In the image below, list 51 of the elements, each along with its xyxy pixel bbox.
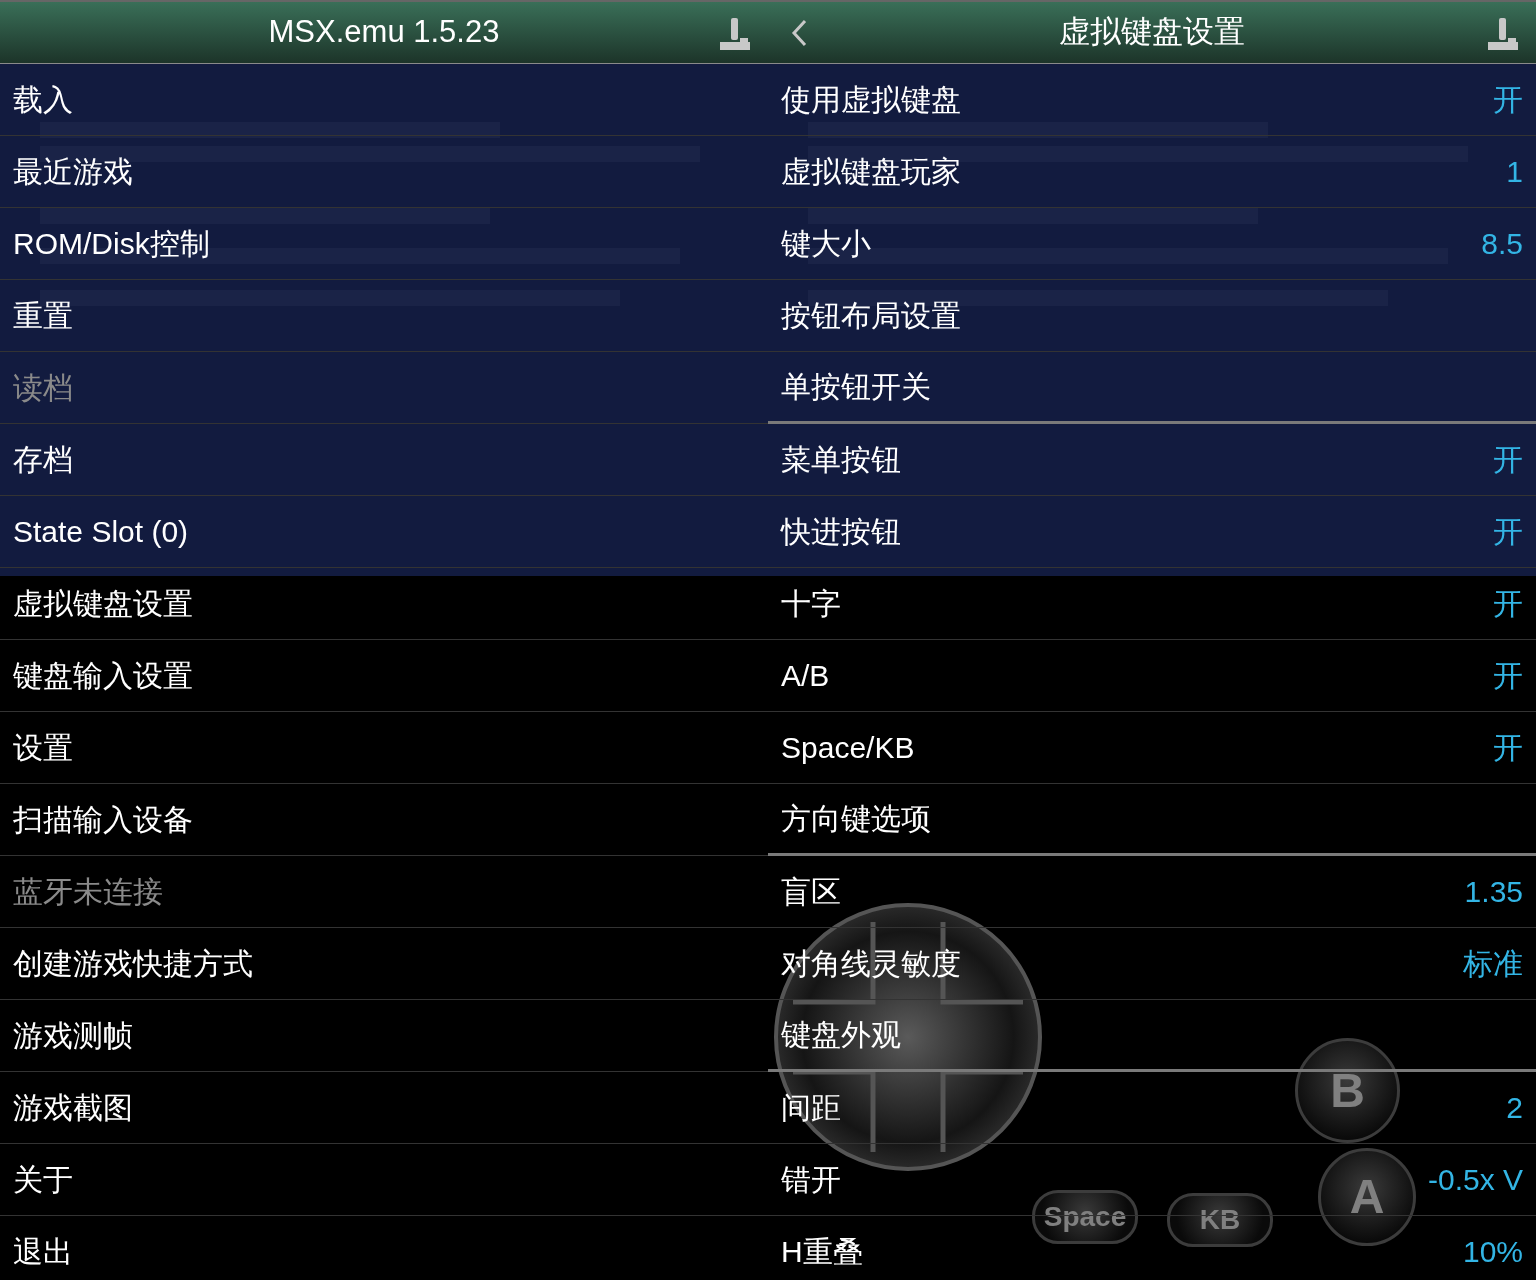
setting-label[interactable]: Space/KB xyxy=(781,725,915,770)
menu-item[interactable]: ROM/Disk控制 xyxy=(13,221,210,266)
menu-item[interactable]: 存档 xyxy=(13,437,73,482)
setting-label[interactable]: 单按钮开关 xyxy=(781,364,931,409)
setting-value: 1 xyxy=(1506,154,1523,190)
menu-item[interactable]: 载入 xyxy=(13,77,73,122)
setting-value: 1.35 xyxy=(1464,874,1523,910)
setting-value: 标准 xyxy=(1463,946,1523,982)
back-icon[interactable] xyxy=(790,18,808,48)
setting-label[interactable]: 快进按钮 xyxy=(781,509,901,554)
setting-label[interactable]: 十字 xyxy=(781,581,841,626)
setting-label[interactable]: H重叠 xyxy=(781,1229,863,1274)
setting-value: 开 xyxy=(1493,586,1523,622)
menu-item[interactable]: 重置 xyxy=(13,293,73,338)
setting-value: 10% xyxy=(1462,1234,1523,1270)
menu-item[interactable]: 扫描输入设备 xyxy=(13,797,193,842)
menu-item[interactable]: State Slot (0) xyxy=(13,509,189,554)
menu-item[interactable]: 虚拟键盘设置 xyxy=(13,581,193,626)
setting-value: 2 xyxy=(1506,1090,1523,1126)
setting-value: 开 xyxy=(1493,442,1523,478)
setting-label[interactable]: A/B xyxy=(781,653,830,698)
setting-label[interactable]: 方向键选项 xyxy=(781,796,931,841)
setting-label[interactable]: 间距 xyxy=(781,1085,841,1130)
setting-label[interactable]: 错开 xyxy=(781,1157,841,1202)
setting-label[interactable]: 盲区 xyxy=(781,869,841,914)
setting-label[interactable]: 键盘外观 xyxy=(781,1012,901,1057)
joystick-icon[interactable] xyxy=(1486,16,1520,52)
gamepad-button[interactable]: KB xyxy=(1167,1193,1273,1247)
menu-item[interactable]: 游戏测帧 xyxy=(13,1013,133,1058)
menu-item[interactable]: 最近游戏 xyxy=(13,149,133,194)
app-title: MSX.emu 1.5.23 xyxy=(268,13,500,52)
screen-title: 虚拟键盘设置 xyxy=(1059,13,1245,52)
setting-label[interactable]: 键大小 xyxy=(781,221,871,266)
setting-value: -0.5x V xyxy=(1427,1162,1523,1198)
setting-value: 开 xyxy=(1493,658,1523,694)
menu-item[interactable]: 设置 xyxy=(13,725,73,770)
setting-label[interactable]: 菜单按钮 xyxy=(781,437,901,482)
setting-value: 开 xyxy=(1493,82,1523,118)
setting-value: 开 xyxy=(1493,730,1523,766)
setting-value: 8.5 xyxy=(1481,226,1523,262)
menu-item[interactable]: 创建游戏快捷方式 xyxy=(13,941,253,986)
menu-item[interactable]: 键盘输入设置 xyxy=(13,653,193,698)
setting-label[interactable]: 对角线灵敏度 xyxy=(781,941,961,986)
joystick-icon[interactable] xyxy=(718,16,752,52)
menu-item[interactable]: 退出 xyxy=(13,1229,73,1274)
menu-item[interactable]: 关于 xyxy=(13,1157,73,1202)
setting-label[interactable]: 按钮布局设置 xyxy=(781,293,961,338)
setting-label[interactable]: 虚拟键盘玩家 xyxy=(781,149,961,194)
menu-item[interactable]: 游戏截图 xyxy=(13,1085,133,1130)
setting-label[interactable]: 使用虚拟键盘 xyxy=(781,77,961,122)
setting-value: 开 xyxy=(1493,514,1523,550)
